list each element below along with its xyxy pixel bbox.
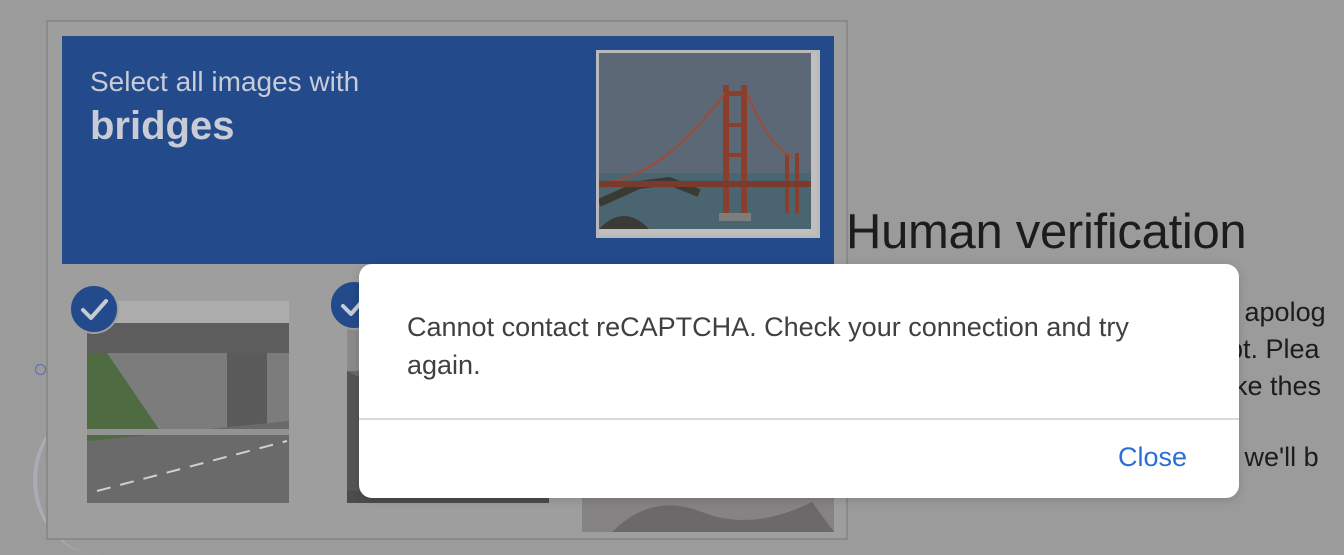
error-dialog: Cannot contact reCAPTCHA. Check your con… <box>359 264 1239 498</box>
challenge-prompt: Select all images with <box>90 66 360 97</box>
page-heading: Human verification <box>846 205 1247 259</box>
image-tile[interactable] <box>87 301 289 503</box>
tile-selected-check-icon <box>69 284 119 334</box>
sample-image <box>596 50 820 238</box>
paragraph-line: e apolog <box>1222 297 1326 327</box>
radio-indicator <box>35 364 46 375</box>
page-paragraph: e apolog ipt. Plea like thes d we'll b <box>1222 294 1344 476</box>
challenge-header: Select all images with bridges <box>62 36 834 264</box>
challenge-object: bridges <box>90 104 235 148</box>
dialog-divider <box>359 418 1239 420</box>
tile-image <box>87 301 289 503</box>
sample-bridge-image <box>599 53 811 229</box>
paragraph-line: d we'll b <box>1222 442 1319 472</box>
paragraph-line: ipt. Plea <box>1222 334 1320 364</box>
dialog-message: Cannot contact reCAPTCHA. Check your con… <box>407 312 1129 380</box>
close-button[interactable]: Close <box>1118 442 1187 473</box>
paragraph-line: like thes <box>1222 371 1322 401</box>
